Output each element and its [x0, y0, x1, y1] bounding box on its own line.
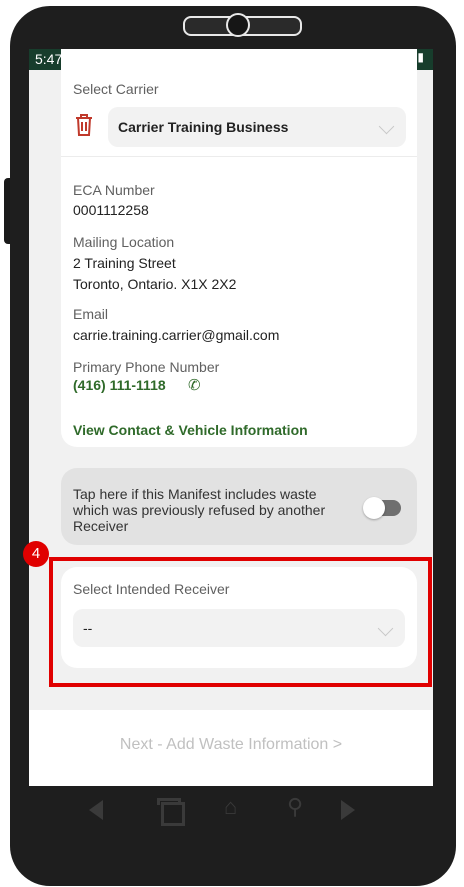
email-value: carrie.training.carrier@gmail.com	[73, 327, 280, 343]
eca-label: ECA Number	[73, 182, 155, 198]
search-icon[interactable]: ⚲	[287, 794, 303, 820]
highlight-box	[49, 557, 432, 687]
mailing-line2: Toronto, Ontario. X1X 2X2	[73, 276, 237, 292]
next-button[interactable]: Next - Add Waste Information >	[29, 736, 433, 754]
refused-waste-toggle-card[interactable]: Tap here if this Manifest includes waste…	[61, 468, 417, 545]
forward-icon[interactable]	[341, 800, 355, 820]
step-badge: 4	[23, 541, 49, 567]
refused-waste-text: Tap here if this Manifest includes waste…	[73, 486, 326, 534]
nav-bar: ⌂ ⚲	[29, 790, 433, 850]
phone-call-icon[interactable]: ✆	[188, 376, 201, 394]
refused-waste-toggle[interactable]	[363, 497, 401, 519]
trash-icon[interactable]	[73, 113, 95, 137]
camera	[226, 13, 250, 37]
status-time: 5:47	[35, 51, 63, 67]
carrier-select[interactable]: Carrier Training Business	[108, 107, 406, 147]
back-icon[interactable]	[89, 800, 103, 820]
recents-icon[interactable]	[161, 802, 185, 826]
divider	[61, 156, 417, 157]
email-label: Email	[73, 306, 109, 322]
home-icon[interactable]: ⌂	[224, 794, 237, 820]
phone-label: Primary Phone Number	[73, 359, 220, 375]
select-carrier-label: Select Carrier	[73, 81, 159, 97]
phone-frame: 5:47 ✱ ▼◢▮ Select Carrier Carrier Traini…	[0, 0, 464, 887]
phone-link[interactable]: (416) 111-1118	[73, 377, 166, 393]
mailing-line1: 2 Training Street	[73, 255, 176, 271]
chevron-down-icon	[378, 118, 395, 135]
eca-value: 0001112258	[73, 202, 149, 218]
footer: Next - Add Waste Information >	[29, 710, 433, 786]
carrier-select-value: Carrier Training Business	[118, 119, 289, 135]
mailing-label: Mailing Location	[73, 234, 175, 250]
toggle-knob	[363, 497, 385, 519]
view-contact-link[interactable]: View Contact & Vehicle Information	[73, 422, 308, 438]
